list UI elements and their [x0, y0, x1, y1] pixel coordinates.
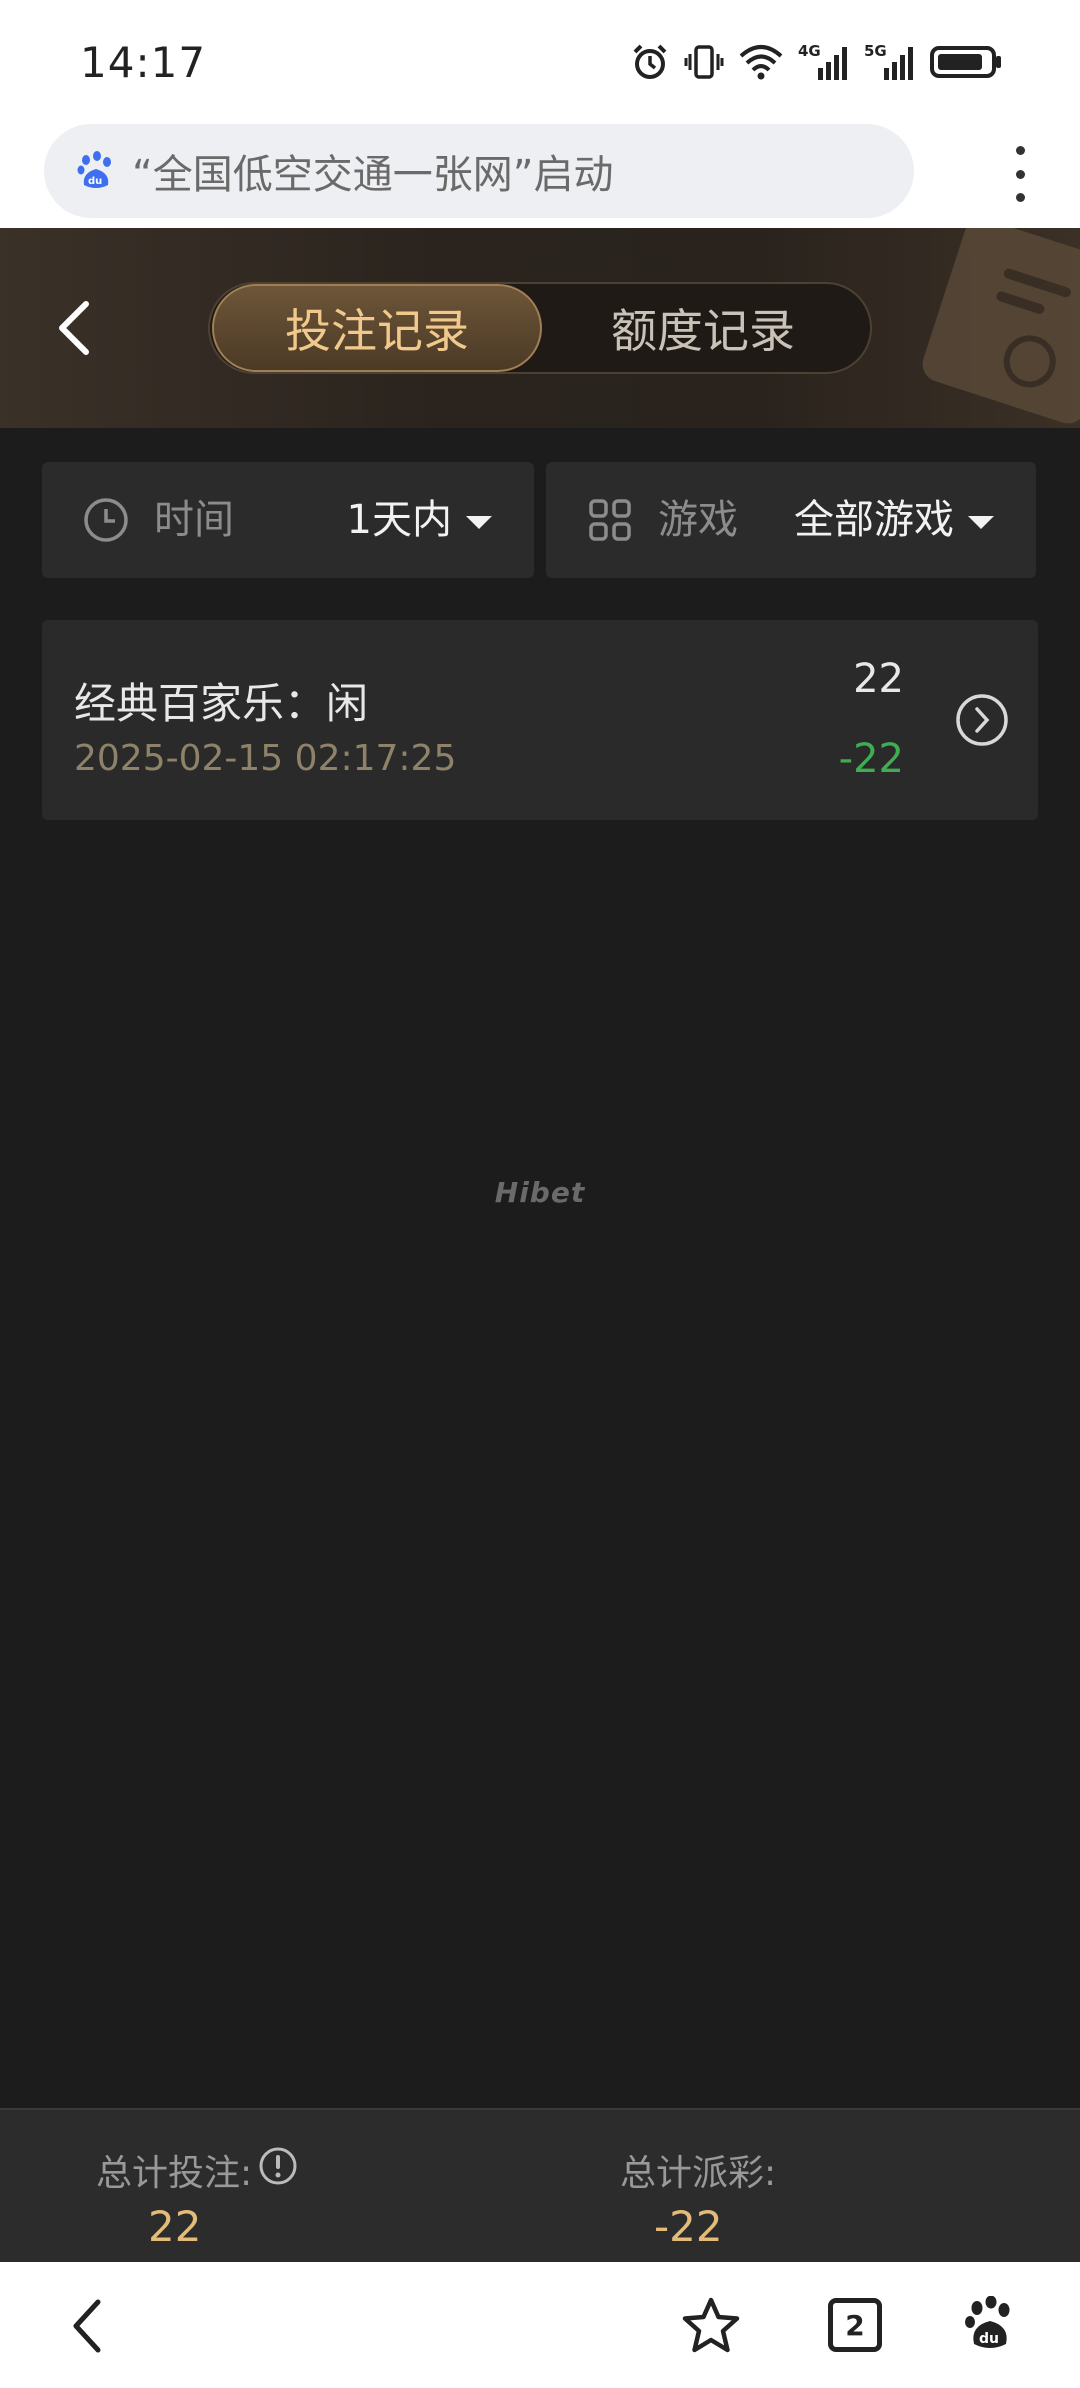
browser-bar: du “全国低空交通一张网”启动 [0, 120, 1080, 228]
status-bar: 14:17 4G 5G [0, 0, 1080, 120]
record-result-amount: -22 [838, 736, 904, 782]
game-filter-value[interactable]: 全部游戏 [794, 496, 994, 544]
time-filter-value[interactable]: 1天内 [347, 496, 492, 544]
battery-icon [930, 46, 1001, 78]
address-bar[interactable]: du “全国低空交通一张网”启动 [44, 124, 914, 218]
back-icon[interactable] [68, 2296, 108, 2356]
totals-bar: 总计投注: 22 总计派彩: -22 [0, 2108, 1080, 2262]
svg-text:5G: 5G [864, 42, 887, 60]
signal-icon: 5G [864, 42, 913, 80]
record-decoration-icon [917, 228, 1080, 428]
signal-icon: 4G [798, 42, 847, 80]
tab-bet-records[interactable]: 投注记录 [212, 284, 542, 372]
total-payout-label: 总计派彩: [620, 2153, 777, 2194]
record-date: 2025-02-15 02:17:25 [74, 738, 457, 779]
baidu-paw-icon[interactable]: du [964, 2296, 1016, 2352]
game-filter-label: 游戏 [658, 497, 738, 543]
svg-text:4G: 4G [798, 42, 821, 60]
back-arrow-icon[interactable] [50, 296, 100, 360]
more-vertical-icon[interactable] [1012, 146, 1028, 202]
record-title: 经典百家乐：闲 [74, 679, 369, 728]
record-tabs: 投注记录 额度记录 [208, 282, 872, 374]
chevron-down-icon [466, 516, 492, 529]
url-text: “全国低空交通一张网”启动 [132, 152, 614, 198]
svg-text:du: du [979, 2331, 999, 2347]
vibrate-icon [684, 45, 724, 79]
tab-credit-records[interactable]: 额度记录 [538, 284, 868, 372]
record-bet-amount: 22 [853, 656, 904, 702]
game-filter[interactable]: 游戏 全部游戏 [546, 462, 1036, 578]
chevron-down-icon [968, 516, 994, 529]
grid-icon [589, 499, 631, 541]
alarm-icon [633, 44, 667, 79]
browser-bottom-nav: 2 du [0, 2262, 1080, 2388]
baidu-paw-icon: du [77, 151, 111, 188]
total-payout-value: -22 [654, 2202, 723, 2251]
wifi-icon [739, 45, 783, 80]
tabs-count-button[interactable]: 2 [828, 2298, 882, 2352]
app-header: 投注记录 额度记录 [0, 228, 1080, 428]
bet-record-item[interactable]: 经典百家乐：闲 2025-02-15 02:17:25 22 -22 [42, 620, 1038, 820]
chevron-right-icon[interactable] [954, 692, 1010, 748]
status-icons: 4G 5G [630, 40, 1004, 84]
total-bet-value: 22 [148, 2202, 202, 2251]
info-icon[interactable] [258, 2146, 298, 2186]
clock-icon [84, 498, 128, 542]
star-icon[interactable] [680, 2296, 742, 2356]
total-bet-label: 总计投注: [96, 2153, 253, 2194]
watermark: Hibet [494, 1176, 586, 1209]
time-filter-label: 时间 [154, 497, 234, 543]
time-filter[interactable]: 时间 1天内 [42, 462, 534, 578]
status-time: 14:17 [80, 38, 207, 87]
svg-text:du: du [88, 176, 102, 187]
